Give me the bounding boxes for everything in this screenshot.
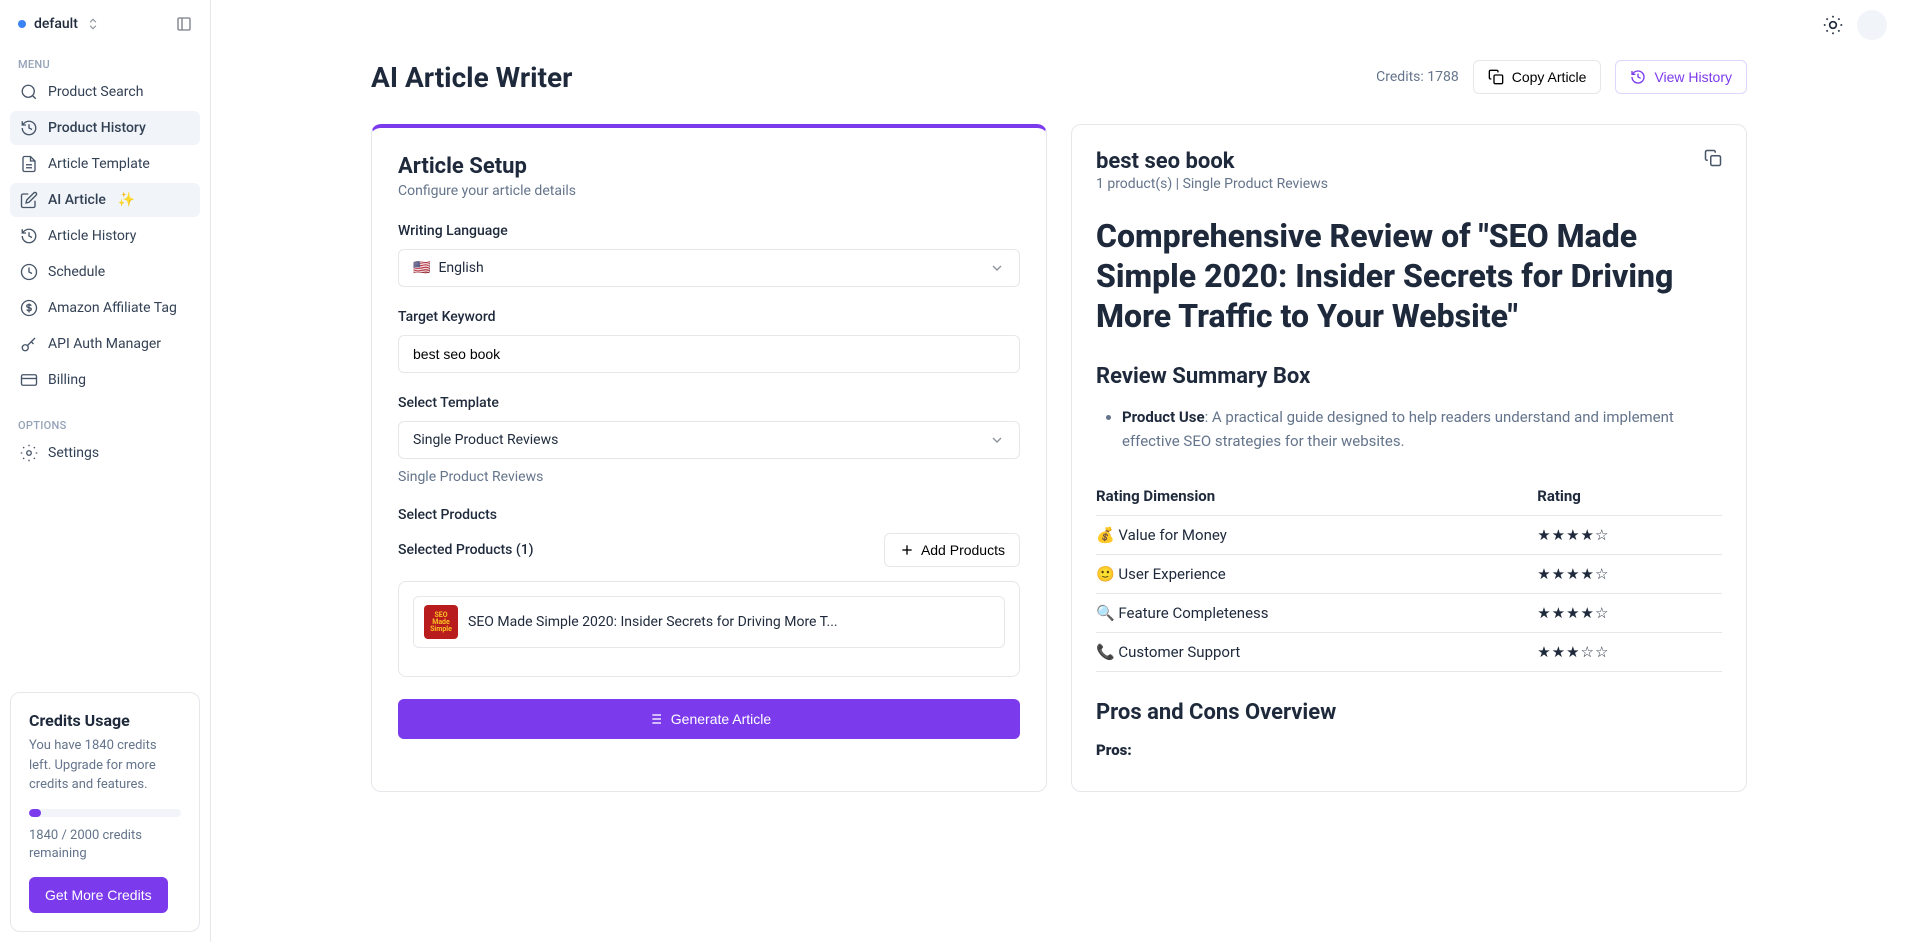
- copy-article-button[interactable]: Copy Article: [1473, 60, 1602, 94]
- sidebar-item-settings[interactable]: Settings: [10, 436, 200, 470]
- template-select[interactable]: Single Product Reviews: [398, 421, 1020, 459]
- product-name: SEO Made Simple 2020: Insider Secrets fo…: [468, 614, 838, 630]
- rating-row: 🔍 Feature Completeness★★★★☆: [1096, 594, 1722, 633]
- rating-row: 🙂 User Experience★★★★☆: [1096, 555, 1722, 594]
- copy-preview-icon[interactable]: [1704, 149, 1722, 167]
- search-icon: [20, 83, 38, 101]
- options-section-label: OPTIONS: [10, 419, 200, 432]
- nav-label: Article History: [48, 228, 136, 244]
- page-header: AI Article Writer Credits: 1788 Copy Art…: [371, 60, 1747, 94]
- chevron-down-icon: [989, 432, 1005, 448]
- credits-title: Credits Usage: [29, 711, 181, 730]
- article-title: Comprehensive Review of "SEO Made Simple…: [1096, 216, 1722, 336]
- history-icon: [20, 119, 38, 137]
- rating-dimension-header: Rating Dimension: [1096, 477, 1537, 516]
- language-label: Writing Language: [398, 223, 1020, 239]
- file-icon: [20, 155, 38, 173]
- nav-label: Billing: [48, 372, 86, 388]
- chevrons-up-down-icon: [86, 17, 100, 31]
- nav-label: Product Search: [48, 84, 143, 100]
- credits-progress-bar: [29, 809, 181, 817]
- sidebar-collapse-icon[interactable]: [176, 16, 192, 32]
- credits-description: You have 1840 credits left. Upgrade for …: [29, 736, 181, 795]
- nav-label: Settings: [48, 445, 99, 461]
- language-select[interactable]: 🇺🇸English: [398, 249, 1020, 287]
- summary-list: Product Use: A practical guide designed …: [1096, 405, 1722, 453]
- edit-icon: [20, 191, 38, 209]
- sidebar-item-billing[interactable]: Billing: [10, 363, 200, 397]
- add-products-button[interactable]: Add Products: [884, 533, 1020, 567]
- page-title: AI Article Writer: [371, 61, 572, 94]
- avatar[interactable]: [1857, 10, 1887, 40]
- view-history-button[interactable]: View History: [1615, 60, 1747, 94]
- article-setup-card: Article Setup Configure your article det…: [371, 124, 1047, 792]
- products-list: SEOMadeSimple SEO Made Simple 2020: Insi…: [398, 581, 1020, 677]
- get-credits-button[interactable]: Get More Credits: [29, 877, 168, 913]
- product-item[interactable]: SEOMadeSimple SEO Made Simple 2020: Insi…: [413, 596, 1005, 648]
- card-icon: [20, 371, 38, 389]
- history-icon: [20, 227, 38, 245]
- history-icon: [1630, 69, 1646, 85]
- main: AI Article Writer Credits: 1788 Copy Art…: [211, 0, 1907, 942]
- setup-title: Article Setup: [398, 154, 1020, 179]
- workspace-dot: [18, 20, 26, 28]
- sidebar: default MENU Product Search Product Hist…: [0, 0, 211, 942]
- sidebar-item-product-history[interactable]: Product History: [10, 111, 200, 145]
- article-preview-card: best seo book 1 product(s) | Single Prod…: [1071, 124, 1747, 792]
- plus-icon: [899, 542, 915, 558]
- clock-icon: [20, 263, 38, 281]
- workspace-name: default: [34, 16, 78, 32]
- nav-label: Article Template: [48, 156, 150, 172]
- sidebar-item-article-template[interactable]: Article Template: [10, 147, 200, 181]
- sidebar-item-ai-article[interactable]: AI Article ✨: [10, 183, 200, 217]
- nav-label: API Auth Manager: [48, 336, 161, 352]
- summary-item: Product Use: A practical guide designed …: [1122, 405, 1722, 453]
- rating-table: Rating Dimension Rating 💰 Value for Mone…: [1096, 477, 1722, 672]
- copy-icon: [1488, 69, 1504, 85]
- template-hint: Single Product Reviews: [398, 469, 1020, 485]
- pros-label: Pros:: [1096, 741, 1722, 759]
- selected-products-label: Selected Products (1): [398, 542, 534, 558]
- preview-meta: 1 product(s) | Single Product Reviews: [1096, 176, 1722, 192]
- key-icon: [20, 335, 38, 353]
- review-summary-heading: Review Summary Box: [1096, 364, 1722, 389]
- rating-row: 📞 Customer Support★★★☆☆: [1096, 633, 1722, 672]
- sidebar-item-article-history[interactable]: Article History: [10, 219, 200, 253]
- nav-label: AI Article: [48, 192, 106, 208]
- products-label: Select Products: [398, 507, 1020, 523]
- product-thumbnail: SEOMadeSimple: [424, 605, 458, 639]
- rating-header: Rating: [1537, 477, 1722, 516]
- sparkle-icon: ✨: [118, 192, 135, 208]
- nav-label: Schedule: [48, 264, 105, 280]
- setup-subtitle: Configure your article details: [398, 183, 1020, 199]
- template-label: Select Template: [398, 395, 1020, 411]
- rating-row: 💰 Value for Money★★★★☆: [1096, 516, 1722, 555]
- sidebar-item-product-search[interactable]: Product Search: [10, 75, 200, 109]
- sidebar-item-affiliate-tag[interactable]: Amazon Affiliate Tag: [10, 291, 200, 325]
- credits-label: Credits: 1788: [1376, 69, 1459, 85]
- keyword-label: Target Keyword: [398, 309, 1020, 325]
- gear-icon: [20, 444, 38, 462]
- chevron-down-icon: [989, 260, 1005, 276]
- topbar: [211, 0, 1907, 50]
- credits-remaining: 1840 / 2000 credits remaining: [29, 827, 181, 863]
- sidebar-item-schedule[interactable]: Schedule: [10, 255, 200, 289]
- nav-label: Product History: [48, 120, 146, 136]
- article-body: Comprehensive Review of "SEO Made Simple…: [1096, 206, 1722, 759]
- workspace-selector[interactable]: default: [10, 10, 200, 38]
- nav-label: Amazon Affiliate Tag: [48, 300, 177, 316]
- list-icon: [647, 711, 663, 727]
- theme-toggle-icon[interactable]: [1823, 15, 1843, 35]
- pros-cons-heading: Pros and Cons Overview: [1096, 700, 1722, 725]
- generate-article-button[interactable]: Generate Article: [398, 699, 1020, 739]
- menu-section-label: MENU: [10, 58, 200, 71]
- flag-icon: 🇺🇸: [413, 260, 430, 276]
- credits-card: Credits Usage You have 1840 credits left…: [10, 692, 200, 932]
- dollar-icon: [20, 299, 38, 317]
- sidebar-item-api-auth[interactable]: API Auth Manager: [10, 327, 200, 361]
- preview-keyword: best seo book: [1096, 149, 1722, 174]
- keyword-input[interactable]: [398, 335, 1020, 373]
